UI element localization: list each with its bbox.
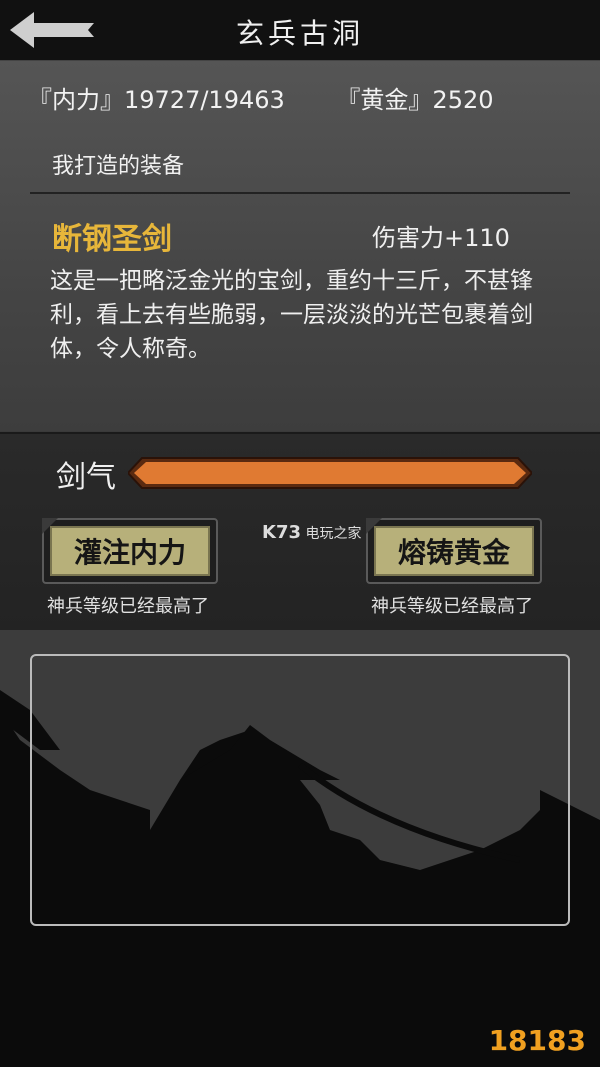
section-title: 我打造的装备 — [52, 154, 185, 179]
neili-stat: 『内力』19727/19463 — [28, 86, 285, 114]
page-title: 玄兵古洞 — [235, 17, 364, 50]
item-description: 这是一把略泛金光的宝剑，重约十三斤，不甚锋利，看上去有些脆弱，一层淡淡的光芒包裹… — [50, 268, 533, 362]
inject-neili-note: 神兵等级已经最高了 — [47, 596, 209, 617]
top-bar: 玄兵古洞 — [0, 0, 600, 61]
sword-qi-bar — [126, 456, 534, 490]
gold-value: 2520 — [432, 86, 494, 114]
divider — [30, 192, 570, 194]
button-corner-notch — [366, 518, 382, 534]
sword-qi-label: 剑气 — [56, 460, 116, 495]
sword-qi-fill — [134, 462, 526, 484]
gold-stat: 『黄金』2520 — [336, 86, 493, 114]
cast-gold-label: 熔铸黄金 — [374, 526, 534, 576]
neili-value: 19727/19463 — [124, 86, 285, 114]
resource-stats: 『内力』19727/19463 『黄金』2520 — [28, 80, 538, 115]
button-corner-notch — [42, 518, 58, 534]
cast-gold-button[interactable]: 熔铸黄金 — [366, 518, 542, 584]
neili-label: 『内力』 — [28, 86, 124, 114]
inject-neili-label: 灌注内力 — [50, 526, 210, 576]
inject-neili-button[interactable]: 灌注内力 — [42, 518, 218, 584]
item-name: 断钢圣剑 — [52, 222, 172, 257]
gold-label: 『黄金』 — [336, 86, 433, 114]
item-damage: 伤害力+110 — [372, 224, 510, 252]
scene-frame — [30, 654, 570, 926]
cast-gold-note: 神兵等级已经最高了 — [371, 596, 533, 617]
watermark-18183: 18183 — [488, 1024, 586, 1057]
